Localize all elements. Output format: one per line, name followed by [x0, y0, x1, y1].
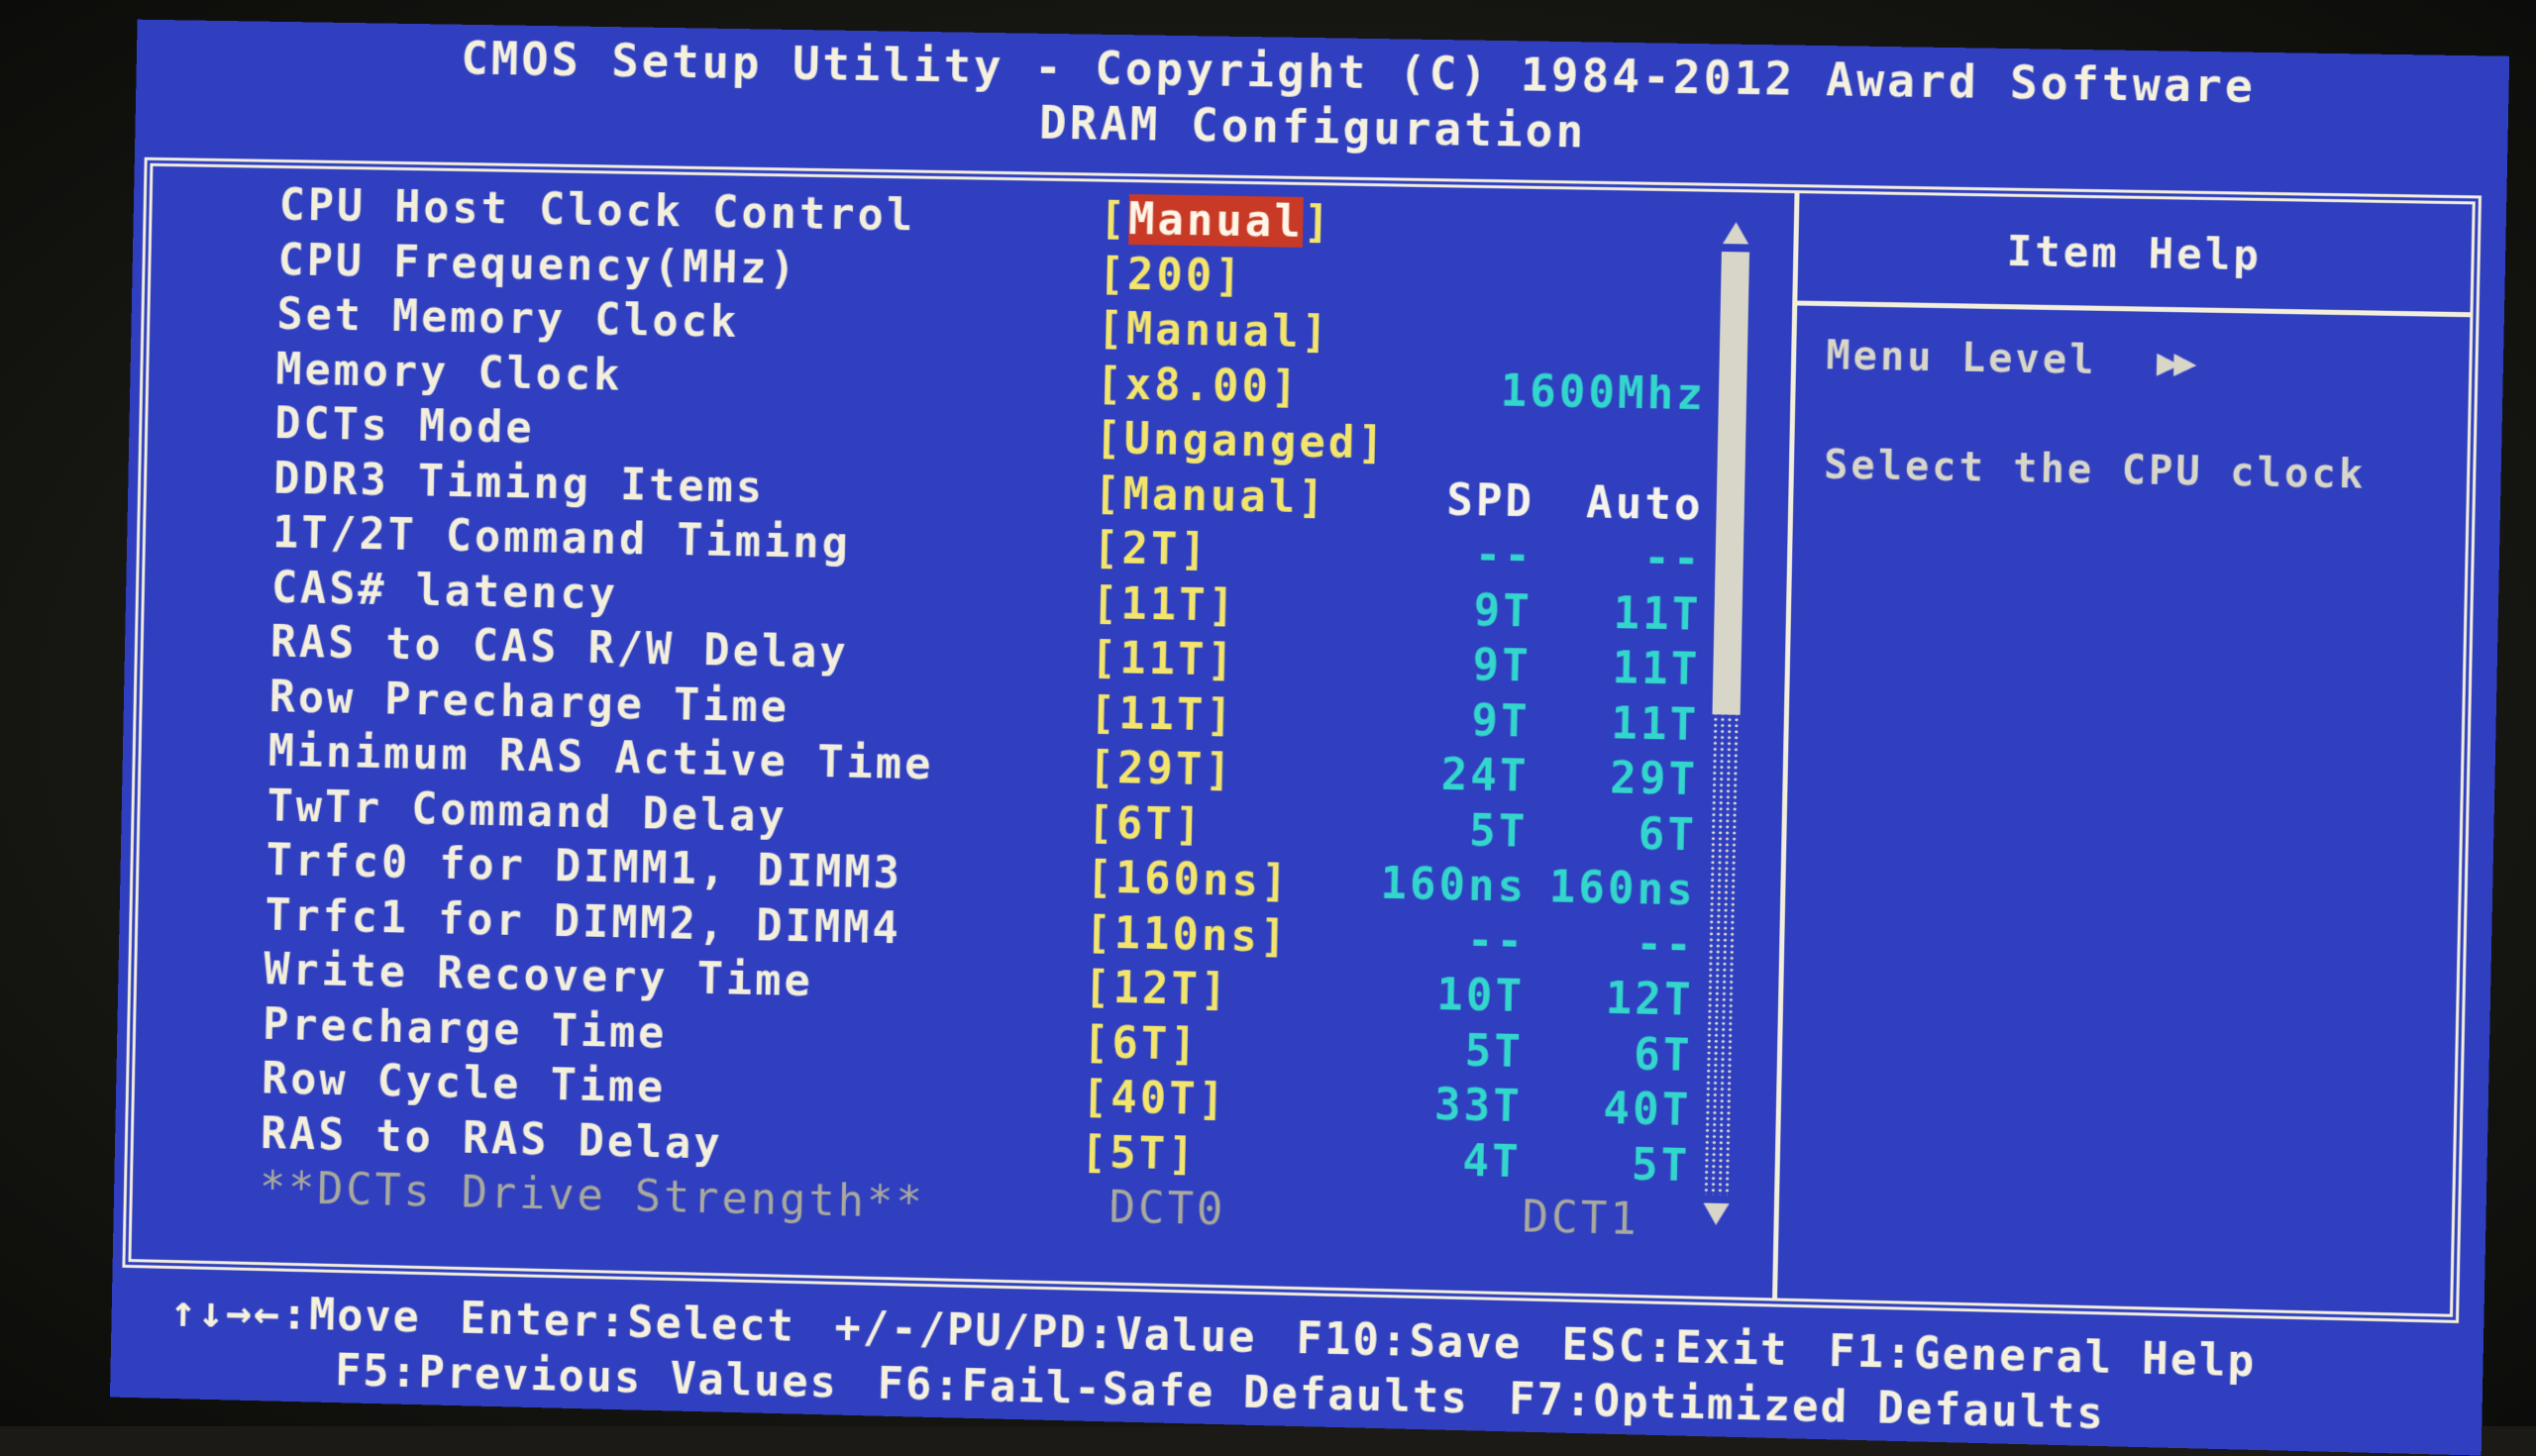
settings-list: CPU Host Clock Control [Manual] CPU Freque… — [259, 178, 1769, 1250]
auto-value: 5T — [1631, 1139, 1691, 1192]
spd-value: 9T — [1473, 585, 1533, 638]
key-hint: +/-/PU/PD:Value — [834, 1301, 1257, 1363]
spd-value: 24T — [1440, 750, 1530, 802]
dct1-header: DCT1 — [1522, 1192, 1640, 1246]
auto-value: -- — [1642, 533, 1704, 585]
setting-info: 1600Mhz — [1500, 365, 1707, 421]
spd-value: 4T — [1461, 1135, 1523, 1188]
panel-divider — [1772, 193, 1800, 1299]
auto-value: 40T — [1602, 1084, 1692, 1137]
scroll-thumb[interactable] — [1712, 252, 1750, 715]
key-hint: Enter:Select — [459, 1293, 796, 1352]
setting-value[interactable]: [29T] — [1088, 743, 1371, 799]
setting-value[interactable]: [x8.00] — [1096, 359, 1379, 414]
setting-value[interactable]: [Manual] — [1094, 468, 1377, 524]
menu-level: Menu Level ▶▶ — [1826, 333, 2439, 389]
dct0-header: DCT0 — [1109, 1182, 1226, 1236]
key-hint: F6:Fail-Safe Defaults — [877, 1358, 1470, 1423]
double-right-arrow-icon: ▶▶ — [2156, 339, 2191, 384]
spd-value: 160ns — [1379, 858, 1528, 913]
setting-value[interactable]: [2T] — [1093, 523, 1376, 578]
spd-value: 33T — [1433, 1080, 1524, 1133]
spd-value: 5T — [1468, 805, 1529, 858]
setting-value[interactable]: [11T] — [1091, 578, 1374, 634]
spd-value: 5T — [1464, 1025, 1525, 1078]
bios-screen: CMOS Setup Utility - Copyright (C) 1984-… — [109, 19, 2510, 1456]
auto-value: 160ns — [1548, 862, 1697, 916]
auto-value: 11T — [1613, 587, 1702, 641]
key-hint: F1:General Help — [1828, 1325, 2257, 1388]
setting-value[interactable]: [110ns] — [1085, 907, 1368, 964]
item-help-title: Item Help — [1797, 193, 2473, 318]
setting-value[interactable]: [6T] — [1083, 1017, 1366, 1074]
item-help-panel: Menu Level ▶▶ Select the CPU clock — [1824, 333, 2440, 499]
spd-column-header: SPD — [1445, 474, 1535, 528]
bracket-open: [ — [1099, 193, 1129, 246]
auto-value: 12T — [1605, 973, 1695, 1027]
auto-column-header: Auto — [1585, 477, 1705, 531]
setting-value[interactable]: [40T] — [1081, 1072, 1364, 1128]
key-hint: ESC:Exit — [1561, 1318, 1790, 1376]
key-hint: F5:Previous Values — [334, 1344, 839, 1408]
setting-value[interactable]: [6T] — [1087, 797, 1370, 854]
setting-value[interactable]: [Unganged] — [1095, 413, 1388, 468]
setting-value[interactable]: [5T] — [1080, 1127, 1363, 1184]
spd-value: -- — [1466, 915, 1527, 968]
auto-value: 29T — [1609, 753, 1699, 806]
main-frame: CPU Host Clock Control [Manual] CPU Freque… — [122, 156, 2483, 1323]
spd-value: 9T — [1470, 695, 1532, 748]
spd-value: -- — [1474, 530, 1534, 582]
help-text: Select the CPU clock — [1823, 442, 2367, 498]
setting-value[interactable]: [200] — [1098, 249, 1381, 304]
scroll-down-arrow-icon[interactable] — [1703, 1202, 1730, 1226]
menu-level-label: Menu Level — [1825, 333, 2097, 384]
bracket-close: ] — [1303, 197, 1333, 249]
auto-value: 6T — [1638, 808, 1698, 862]
setting-value[interactable]: [11T] — [1089, 688, 1372, 745]
setting-value[interactable]: [Manual] — [1097, 304, 1380, 360]
scroll-up-arrow-icon[interactable] — [1723, 222, 1749, 245]
auto-value: -- — [1635, 919, 1696, 972]
setting-value[interactable]: [11T] — [1090, 633, 1373, 689]
auto-value: 6T — [1633, 1029, 1693, 1082]
setting-value[interactable]: [160ns] — [1086, 853, 1369, 909]
auto-value: 11T — [1610, 697, 1700, 751]
key-hint: ↑↓→←:Move — [169, 1286, 422, 1343]
setting-value[interactable]: [Manual] — [1099, 194, 1382, 250]
key-hint: F10:Save — [1295, 1312, 1524, 1370]
setting-value[interactable]: [12T] — [1084, 963, 1367, 1019]
auto-value: 11T — [1611, 643, 1701, 696]
spd-value: 10T — [1435, 970, 1526, 1023]
selected-value-highlight[interactable]: Manual — [1127, 194, 1305, 249]
spd-value: 9T — [1472, 640, 1532, 692]
key-hint: F7:Optimized Defaults — [1508, 1373, 2106, 1439]
